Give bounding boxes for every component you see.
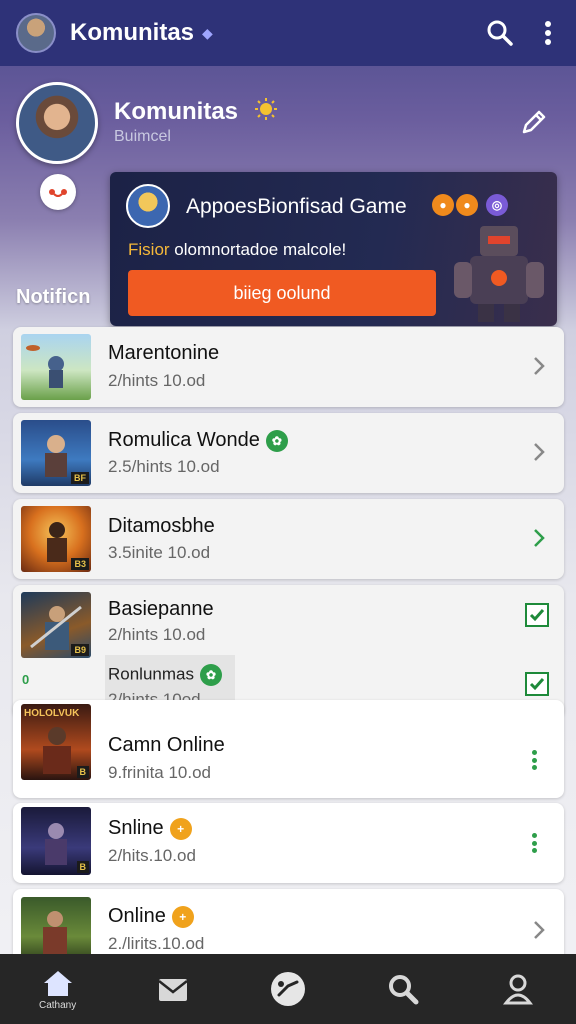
item-title: Basiepanne [108, 598, 214, 620]
item-title-text: Snline [108, 817, 164, 839]
item-title: Ditamosbhe [108, 515, 215, 537]
promo-cta-button[interactable]: biieg oolund [128, 270, 436, 316]
sun-badge-icon [255, 98, 277, 120]
thumbnail-tag: B3 [71, 558, 89, 570]
plus-badge-icon: + [169, 817, 192, 840]
item-title: Marentonine [108, 342, 220, 364]
thumbnail-tag: B9 [71, 644, 89, 656]
reaction-icon [49, 189, 67, 197]
checkbox[interactable] [525, 603, 549, 627]
controller-icon [270, 972, 305, 1006]
bottom-nav: Cathany [0, 954, 576, 1024]
more-vert-icon [545, 21, 551, 45]
item-subtitle: 2/hints 10.od [108, 625, 206, 644]
profile-subtitle: Buimcel [114, 128, 171, 145]
item-subtitle: 2.5/hints 10.od [108, 457, 220, 476]
list-item[interactable]: Marentonine 2/hints 10.od [13, 327, 564, 407]
item-subtitle: 2/hints 10.od [108, 371, 206, 390]
leaf-badge-icon: ✿ [265, 429, 288, 452]
nav-search[interactable] [363, 954, 443, 1024]
app-bar: Komunitas ◆ [0, 0, 576, 66]
sub-item-title-text: Ronlunmas [108, 664, 194, 684]
game-thumbnail: B9 [21, 592, 91, 658]
chevron-right-icon[interactable] [529, 526, 549, 550]
game-thumbnail: B [21, 807, 91, 875]
game-thumbnail [21, 334, 91, 400]
list-item[interactable]: B9 Basiepanne 2/hints 10.od [13, 585, 564, 718]
item-subtitle: 2./lirits.10.od [108, 934, 205, 953]
app-avatar[interactable] [16, 13, 56, 53]
list-item[interactable]: BF Romulica Wonde ✿ 2.5/hints 10.od [13, 413, 564, 493]
item-title: Snline + [108, 817, 192, 840]
chevron-right-icon[interactable] [529, 918, 549, 942]
nav-home[interactable]: Cathany [18, 954, 98, 1024]
promo-card[interactable]: AppoesBionfisad Game ● ● ◎ Fisior olomno… [110, 172, 557, 326]
sub-item-title: Ronlunmas ✿ [108, 664, 222, 686]
promo-title: AppoesBionfisad Game [186, 195, 407, 218]
item-subtitle: 2/hits.10.od [108, 846, 196, 865]
nav-mail[interactable] [133, 954, 213, 1024]
check-icon [529, 678, 545, 691]
promo-description: Fisior olomnortadoe malcole! [128, 240, 346, 260]
item-title-text: Online [108, 905, 166, 927]
game-thumbnail: BF [21, 420, 91, 486]
item-title: Camn Online [108, 734, 225, 756]
search-icon [487, 20, 513, 46]
thumbnail-banner: HOLOLVUK [24, 708, 80, 719]
sub-item-status: 0 [22, 672, 30, 687]
app-title: Komunitas [70, 19, 195, 46]
list-item[interactable]: HOLOLVUK B Camn Online 9.frinita 10.od [13, 700, 564, 798]
item-title: Romulica Wonde ✿ [108, 429, 288, 452]
thumbnail-tag: BF [71, 472, 89, 484]
chevron-right-icon[interactable] [529, 440, 549, 464]
list-item[interactable]: B Snline + 2/hits.10.od [13, 803, 564, 883]
more-button[interactable] [536, 15, 560, 51]
home-icon [43, 970, 72, 996]
promo-desc-text: olomnortadoe malcole! [174, 240, 347, 259]
profile-avatar[interactable] [16, 82, 98, 164]
edit-icon[interactable] [520, 108, 548, 136]
nav-profile[interactable] [478, 954, 558, 1024]
more-vert-icon[interactable] [529, 748, 539, 772]
nav-games[interactable] [248, 954, 328, 1024]
section-title: Notificn [16, 286, 91, 308]
game-icon [126, 184, 170, 228]
check-icon [529, 609, 545, 622]
reaction-button[interactable] [40, 174, 76, 210]
search-button[interactable] [482, 15, 518, 51]
robot-illustration-icon [454, 226, 544, 322]
item-title: Online + [108, 905, 194, 928]
promo-desc-highlight: Fisior [128, 240, 170, 259]
thumbnail-tag: B [76, 861, 89, 873]
profile-name: Komunitas [114, 98, 239, 125]
game-thumbnail: HOLOLVUK B [21, 704, 91, 780]
profile-icon [503, 974, 534, 1005]
item-title-text: Romulica Wonde [108, 429, 260, 451]
leaf-badge-icon: ✿ [200, 664, 222, 686]
thumbnail-tag: B [76, 766, 89, 778]
more-vert-icon[interactable] [529, 831, 539, 855]
mail-icon [158, 979, 188, 1001]
item-subtitle: 9.frinita 10.od [108, 763, 212, 782]
nav-home-label: Cathany [38, 999, 77, 1011]
item-subtitle: 3.5inite 10.od [108, 543, 211, 562]
chevron-right-icon[interactable] [529, 354, 549, 378]
game-thumbnail: B3 [21, 506, 91, 572]
checkbox[interactable] [525, 672, 549, 696]
list-item[interactable]: B3 Ditamosbhe 3.5inite 10.od [13, 499, 564, 579]
search-nav-icon [389, 975, 419, 1005]
verified-icon: ◆ [202, 24, 213, 41]
plus-badge-icon: + [171, 905, 194, 928]
